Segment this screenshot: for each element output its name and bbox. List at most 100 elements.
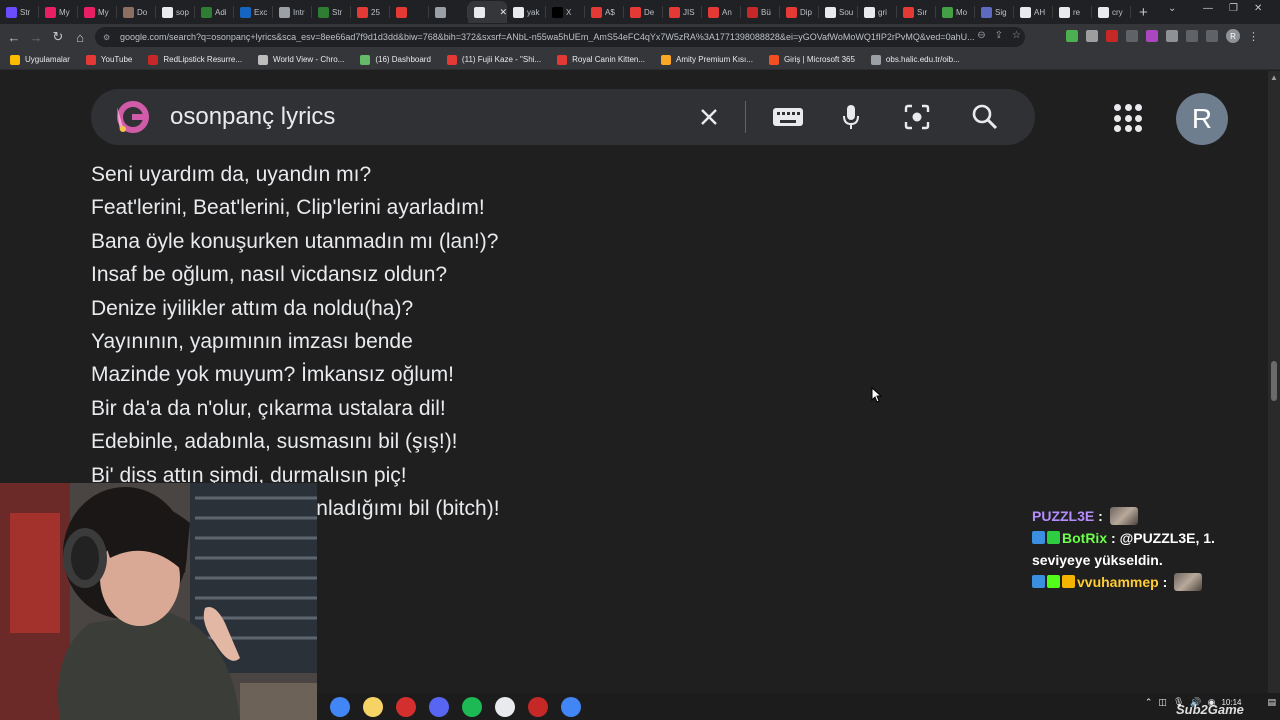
browser-tab[interactable]: An [702, 1, 741, 23]
browser-tab[interactable]: sop [156, 1, 195, 23]
browser-tab[interactable]: cry [1092, 1, 1131, 23]
browser-tab[interactable]: A$ [585, 1, 624, 23]
microphone-icon[interactable] [837, 103, 865, 131]
browser-tab[interactable]: Exc [234, 1, 273, 23]
bookmark-star-icon[interactable]: ☆ [1012, 30, 1021, 41]
browser-tab[interactable]: X [546, 1, 585, 23]
notifications-icon[interactable]: ▤ [1267, 697, 1276, 708]
address-bar[interactable]: ⚙ google.com/search?q=osonpanç+lyrics&sc… [95, 27, 1025, 47]
browser-tab[interactable]: Sou [819, 1, 858, 23]
zoom-search-icon[interactable]: ⊖ [977, 30, 985, 41]
browser-tab[interactable]: AH [1014, 1, 1053, 23]
bookmark-item[interactable]: Royal Canin Kitten... [557, 54, 645, 65]
search-icon[interactable] [971, 103, 999, 131]
browser-tab[interactable]: Str [312, 1, 351, 23]
bookmark-item[interactable]: (16) Dashboard [360, 54, 431, 65]
browser-tab[interactable]: Intr [273, 1, 312, 23]
tab-label: yak [527, 7, 540, 17]
tab-favicon-icon [591, 6, 602, 18]
chrome-taskbar-icon[interactable] [330, 696, 350, 717]
browser-tab[interactable]: De [624, 1, 663, 23]
browser-tab[interactable]: Str [0, 1, 39, 23]
extension-icon[interactable] [1126, 30, 1138, 42]
obs-taskbar-icon[interactable] [495, 696, 515, 717]
shield-extension-icon[interactable] [1066, 30, 1078, 42]
site-info-icon[interactable]: ⚙ [103, 33, 112, 42]
browser-tab[interactable]: yak [507, 1, 546, 23]
tab-favicon-icon [942, 6, 953, 18]
tray-app-icon[interactable]: ◫ [1158, 697, 1167, 708]
scroll-up-icon[interactable]: ▲ [1270, 73, 1278, 82]
browser-tab[interactable]: Sır [897, 1, 936, 23]
browser-tab[interactable]: 25 [351, 1, 390, 23]
search-box[interactable]: osonpanç lyrics [91, 89, 1035, 145]
browser-tab[interactable]: Dip [780, 1, 819, 23]
keyboard-icon[interactable] [771, 103, 805, 131]
puzzle-icon[interactable] [1166, 30, 1178, 42]
tab-label: Str [332, 7, 343, 17]
reload-icon[interactable]: ↻ [47, 26, 69, 48]
browser-tab[interactable]: Do [117, 1, 156, 23]
extension-icon[interactable] [1106, 30, 1118, 42]
bookmark-item[interactable]: obs.halic.edu.tr/oib... [870, 54, 960, 65]
profile-avatar[interactable]: R [1226, 29, 1240, 43]
forward-icon[interactable]: → [25, 26, 47, 48]
browser-tab[interactable]: JIS [663, 1, 702, 23]
browser-tab[interactable]: Mo [936, 1, 975, 23]
browser-tab[interactable]: Adi [195, 1, 234, 23]
tray-chevron-icon[interactable]: ⌃ [1145, 697, 1153, 708]
new-tab-button[interactable]: + [1139, 5, 1148, 20]
home-icon[interactable]: ⌂ [69, 26, 91, 48]
extension-icon[interactable] [1086, 30, 1098, 42]
browser-tab[interactable]: re [1053, 1, 1092, 23]
minimize-icon[interactable]: — [1203, 3, 1213, 14]
bookmark-item[interactable]: YouTube [85, 54, 132, 65]
chat-emote-icon [1109, 507, 1138, 525]
files-taskbar-icon[interactable] [363, 696, 383, 717]
sidepanel-icon[interactable] [1206, 30, 1218, 42]
bookmark-item[interactable]: Uygulamalar [10, 54, 70, 65]
tab-search-icon[interactable]: ⌄ [1168, 3, 1176, 14]
google-apps-icon[interactable] [1114, 104, 1142, 132]
browser-tab[interactable]: My [39, 1, 78, 23]
browser-tab[interactable]: Bü [741, 1, 780, 23]
search-input[interactable]: osonpanç lyrics [170, 103, 335, 131]
bookmark-label: RedLipstick Resurre... [163, 55, 243, 64]
bookmark-item[interactable]: Amity Premium Kısı... [661, 54, 753, 65]
tab-close-icon[interactable]: ✕ [499, 7, 507, 18]
account-avatar[interactable]: R [1176, 93, 1228, 145]
chat-username[interactable]: vvuhammep [1077, 574, 1159, 590]
media-icon[interactable] [1186, 30, 1198, 42]
tab-favicon-icon [435, 6, 446, 18]
bookmark-item[interactable]: World View - Chro... [258, 54, 344, 65]
discord-taskbar-icon[interactable] [429, 696, 449, 717]
spotify-taskbar-icon[interactable] [462, 696, 482, 717]
chat-username[interactable]: BotRix [1062, 530, 1107, 546]
chrome-2-taskbar-icon[interactable] [561, 696, 581, 717]
lyric-line: Feat'lerini, Beat'lerini, Clip'lerini ay… [91, 196, 485, 220]
browser-tab[interactable] [390, 1, 429, 23]
browser-tab[interactable]: ✕ [468, 1, 507, 23]
browser-tab[interactable] [429, 1, 468, 23]
bookmark-item[interactable]: RedLipstick Resurre... [148, 54, 243, 65]
lens-camera-icon[interactable] [903, 103, 931, 131]
tab-label: Sır [917, 7, 928, 17]
bookmark-item[interactable]: (11) Fujii Kaze - "Shi... [446, 54, 541, 65]
browser-tab[interactable]: gri [858, 1, 897, 23]
video-taskbar-icon[interactable] [396, 696, 416, 717]
google-doodle-icon[interactable] [111, 97, 151, 137]
chat-username[interactable]: PUZZL3E [1032, 508, 1094, 524]
page-scrollbar[interactable]: ▲ [1268, 71, 1280, 693]
close-window-icon[interactable]: ✕ [1254, 3, 1262, 14]
app7-taskbar-icon[interactable] [528, 696, 548, 717]
browser-tab[interactable]: My [78, 1, 117, 23]
share-icon[interactable]: ⇪ [995, 30, 1003, 41]
scroll-thumb[interactable] [1271, 361, 1277, 401]
restore-icon[interactable]: ❐ [1229, 3, 1238, 14]
browser-tab[interactable]: Sig [975, 1, 1014, 23]
menu-icon[interactable]: ⋮ [1248, 30, 1259, 43]
bookmark-item[interactable]: Giriş | Microsoft 365 [768, 54, 855, 65]
clear-icon[interactable] [695, 103, 723, 131]
extension-icon[interactable] [1146, 30, 1158, 42]
back-icon[interactable]: ← [3, 26, 25, 48]
